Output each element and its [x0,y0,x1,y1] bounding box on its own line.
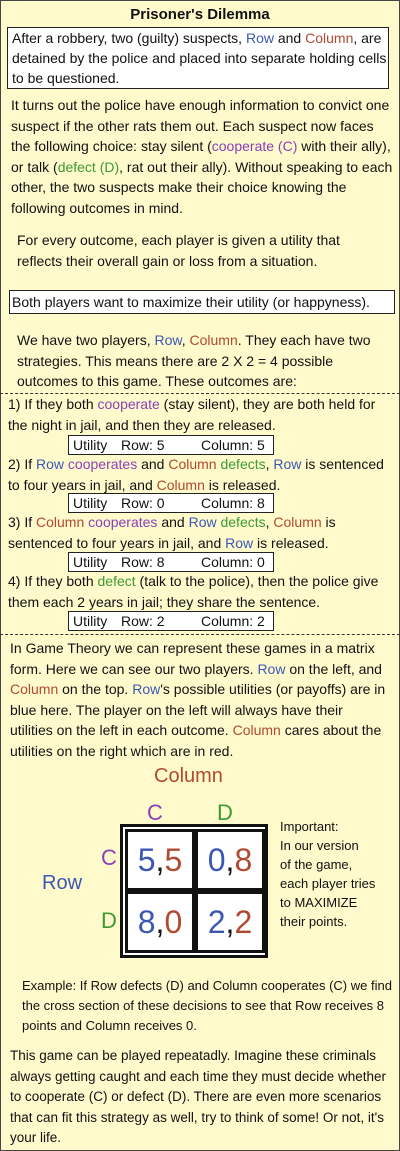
cell-cc: 5,5 [125,829,195,891]
text: 3) If [8,514,37,530]
column-utility: Column: 5 [201,437,265,453]
column-payoff: 8 [234,842,253,878]
column-word: Column [305,30,354,46]
payoff-matrix: 5,5 0,8 8,0 2,2 [120,824,268,958]
utility-box-1: Utility Row: 5 Column: 5 [68,435,274,455]
paragraph-choice: It turns out the police have enough info… [11,95,393,218]
closing-paragraph: This game can be played repeatadly. Imag… [10,1048,386,1145]
row-word: Row [257,660,286,677]
outcome-3: 3) If Column cooperates and Row defects,… [8,512,394,553]
column-word: Column [156,476,205,493]
intro-text: After a robbery, two (guilty) suspects, [12,30,246,46]
row-utility: Row: 2 [121,613,165,629]
row-word: Row [273,456,302,472]
important-line: to MAXIMIZE [280,895,358,910]
text: and [157,514,189,530]
column-utility: Column: 0 [201,554,265,570]
intro-box: After a robbery, two (guilty) suspects, … [7,27,389,89]
row-payoff: 0 [207,842,226,878]
outcome-4: 4) If they both defect (talk to the poli… [8,571,394,612]
utility-box-3: Utility Row: 8 Column: 0 [68,552,274,572]
paragraph-players: We have two players, Row, Column. They e… [17,330,395,392]
text: 1) If they both [8,396,98,412]
outcome-1: 1) If they both cooperate (stay silent),… [8,394,394,435]
intro-text: and [273,30,306,46]
page-title: Prisoner's Dilemma [130,6,270,23]
column-payoff: 5 [164,842,183,878]
column-word: Column [273,514,322,530]
row-payoff: 5 [137,842,156,878]
column-word: Column [232,722,281,738]
column-word: Column [36,514,85,530]
utility-box-2: Utility Row: 0 Column: 8 [68,493,274,513]
row-payoff: 8 [137,904,156,940]
outcome-2: 2) If Row cooperates and Column defects,… [8,454,394,495]
divider [0,634,400,635]
cell-cd: 0,8 [195,829,265,891]
defect-term: defects [220,456,266,472]
text: , [181,332,190,348]
row-utility: Row: 5 [121,437,165,453]
important-line: their points. [280,914,348,929]
column-utility: Column: 8 [201,495,265,511]
paragraph-matrix: In Game Theory we can represent these ga… [10,638,386,761]
cooperate-term: cooperates [88,514,158,530]
row-strategy-d: D [101,908,117,933]
column-player-label: Column [154,765,223,787]
row-payoff: 2 [207,904,226,940]
column-word: Column [189,332,238,348]
column-payoff: 2 [234,904,253,940]
row-utility: Row: 0 [121,495,165,511]
row-word: Row [132,681,161,697]
row-player-label: Row [42,872,83,894]
text: is released. [204,476,281,493]
important-line: each player tries [280,876,376,891]
row-word: Row [245,30,274,46]
text: on the top. [58,681,133,697]
text: We have two players, [17,332,155,348]
column-word: Column [168,456,217,472]
text: 2) If [8,456,37,472]
cooperate-term: cooperate (C) [211,138,298,154]
text: 4) If they both [8,573,98,589]
cooperate-term: cooperate [97,396,160,412]
defect-term: defect (D) [57,158,120,175]
row-utility: Row: 8 [121,554,165,570]
defect-term: defect [97,573,136,589]
column-strategy-c: C [147,800,163,825]
column-word: Column [10,681,59,697]
utility-label: Utility [73,437,108,453]
row-word: Row [36,456,65,472]
cell-dd: 2,2 [195,891,265,953]
important-heading: Important: [280,819,339,834]
defect-term: defects [220,514,266,530]
text: on the left, and [285,660,382,677]
column-strategy-d: D [217,800,233,825]
utility-box-4: Utility Row: 2 Column: 2 [68,611,274,631]
utility-label: Utility [73,495,108,511]
cooperate-term: cooperates [67,456,138,472]
column-payoff: 0 [164,904,183,940]
example-paragraph: Example: If Row defects (D) and Column c… [22,978,392,1033]
row-word: Row [188,514,217,530]
row-word: Row [154,332,182,348]
text: and [137,456,169,472]
text: is released. [253,534,329,551]
important-note: Important: In our version of the game, e… [280,817,375,931]
paragraph-utility: For every outcome, each player is given … [17,232,340,269]
row-word: Row [225,534,254,551]
important-line: of the game, [280,857,353,872]
utility-label: Utility [73,554,108,570]
important-line: In our version [280,838,359,853]
utility-label: Utility [73,613,108,629]
column-utility: Column: 2 [201,613,265,629]
goal-box: Both players want to maximize their util… [9,290,395,314]
cell-dc: 8,0 [125,891,195,953]
row-strategy-c: C [101,845,117,870]
